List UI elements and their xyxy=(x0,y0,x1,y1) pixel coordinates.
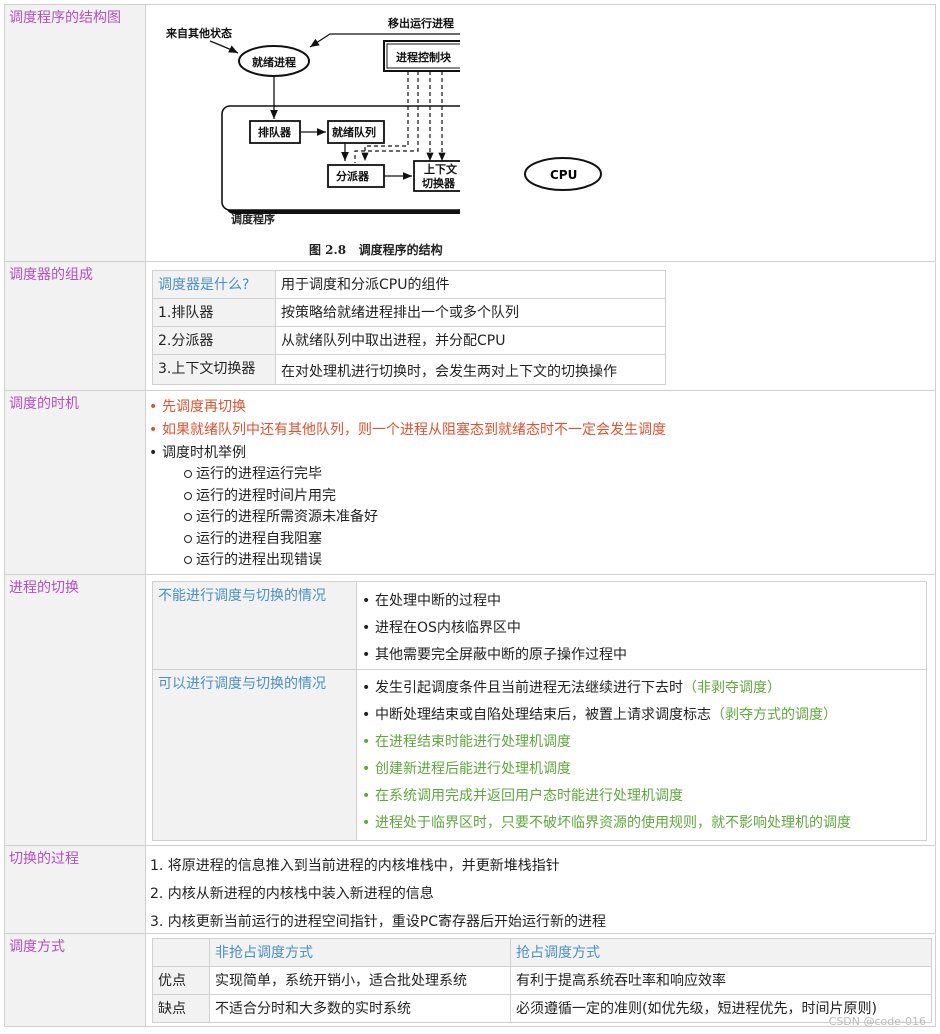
table-row: 可以进行调度与切换的情况 发生引起调度条件且当前进程无法继续进行下去时（非剥夺调… xyxy=(152,669,927,841)
dispatcher-label: 分派器 xyxy=(336,169,370,183)
ctx-label-2: 切换器 xyxy=(422,176,456,190)
row-label: 调度的时机 xyxy=(5,391,146,574)
timing-examples: 运行的进程运行完毕 运行的进程时间片用完 运行的进程所需资源未准备好 运行的进程… xyxy=(146,464,935,572)
enqueuer-label: 排队器 xyxy=(258,125,292,139)
list-item: 中断处理结束或自陷处理结束后，被置上请求调度标志（剥夺方式的调度） xyxy=(359,702,924,729)
can-switch-label: 可以进行调度与切换的情况 xyxy=(152,669,357,841)
cpu-label: CPU xyxy=(550,168,577,182)
table-cell: 在对处理机进行切换时，会发生两对上下文的切换操作 xyxy=(275,354,666,385)
row-composition: 调度器的组成 调度器是什么? 用于调度和分派CPU的组件 1.排队器 按策略给就… xyxy=(4,262,936,391)
list-item: 先调度再切换 xyxy=(146,396,935,418)
list-item: 如果就绪队列中还有其他队列，则一个进程从阻塞态到就绪态时不一定会发生调度 xyxy=(146,418,935,442)
row-process: 切换的过程 1. 将原进程的信息推入到当前进程的内核堆栈中，并更新堆栈指针 2.… xyxy=(4,846,936,934)
watermark: CSDN @code-016 xyxy=(828,1015,926,1028)
cpu-node: CPU xyxy=(524,157,602,191)
list-item: 2. 内核从新进程的内核栈中装入新进程的信息 xyxy=(150,886,434,902)
caption-number: 图 2.8 xyxy=(309,243,347,257)
scheduler-structure-diagram: 来自其他状态 移出运行进程 就绪进程 进程控制块 排队器 就绪队列 分派器 上下… xyxy=(160,11,571,257)
list-item: 创建新进程后能进行处理机调度 xyxy=(359,756,924,783)
list-item: 进程处于临界区时，只要不破坏临界资源的使用规则，就不影响处理机的调度 xyxy=(359,810,924,837)
cannot-switch-list: 在处理中断的过程中 进程在OS内核临界区中 其他需要完全屏蔽中断的原子操作过程中 xyxy=(359,588,924,669)
table-cell: 3.上下文切换器 xyxy=(152,354,276,385)
table-cell: 有利于提高系统吞吐率和响应效率 xyxy=(510,966,932,995)
row-structure: 调度程序的结构图 来自其他状态 移出运行进程 就绪进程 进程控制块 排队器 就绪… xyxy=(4,4,936,262)
list-item: 在系统调用完成并返回用户态时能进行处理机调度 xyxy=(359,783,924,810)
list-item: 运行的进程时间片用完 xyxy=(146,486,935,508)
notes-table: 调度程序的结构图 来自其他状态 移出运行进程 就绪进程 进程控制块 排队器 就绪… xyxy=(4,4,936,1027)
list-item: 进程在OS内核临界区中 xyxy=(359,615,924,642)
table-cell: 用于调度和分派CPU的组件 xyxy=(275,270,666,299)
row-modes: 调度方式 非抢占调度方式 抢占调度方式 优点 实现简单，系统开销小，适合批处理系… xyxy=(4,934,936,1027)
modes-table: 非抢占调度方式 抢占调度方式 优点 实现简单，系统开销小，适合批处理系统 有利于… xyxy=(152,938,932,1023)
switching-table: 不能进行调度与切换的情况 在处理中断的过程中 进程在OS内核临界区中 其他需要完… xyxy=(152,581,927,841)
ready-process-label: 就绪进程 xyxy=(252,55,296,69)
table-row: 1.排队器 按策略给就绪进程排出一个或多个队列 xyxy=(152,298,666,327)
pcb-label: 进程控制块 xyxy=(396,50,452,64)
list-item: 运行的进程自我阻塞 xyxy=(146,529,935,551)
table-row: 调度器是什么? 用于调度和分派CPU的组件 xyxy=(152,270,666,299)
table-row: 不能进行调度与切换的情况 在处理中断的过程中 进程在OS内核临界区中 其他需要完… xyxy=(152,581,927,670)
caption-text: 调度程序的结构 xyxy=(358,243,443,257)
from-other-label: 来自其他状态 xyxy=(165,26,232,40)
timing-list: 先调度再切换 如果就绪队列中还有其他队列，则一个进程从阻塞态到就绪态时不一定会发… xyxy=(146,396,935,464)
table-row: 2.分派器 从就绪队列中取出进程，并分配CPU xyxy=(152,326,666,355)
row-timing: 调度的时机 先调度再切换 如果就绪队列中还有其他队列，则一个进程从阻塞态到就绪态… xyxy=(4,391,936,575)
table-row: 优点 实现简单，系统开销小，适合批处理系统 有利于提高系统吞吐率和响应效率 xyxy=(152,966,932,995)
table-header: 抢占调度方式 xyxy=(510,938,932,967)
row-label: 切换的过程 xyxy=(5,846,146,933)
list-item: 在进程结束时能进行处理机调度 xyxy=(359,729,924,756)
table-cell: 从就绪队列中取出进程，并分配CPU xyxy=(275,326,666,355)
list-item: 运行的进程运行完毕 xyxy=(146,464,935,486)
can-switch-list: 发生引起调度条件且当前进程无法继续进行下去时（非剥夺调度） 中断处理结束或自陷处… xyxy=(359,675,924,837)
switch-steps-list: 1. 将原进程的信息推入到当前进程的内核堆栈中，并更新堆栈指针 2. 内核从新进… xyxy=(150,852,935,936)
composition-table: 调度器是什么? 用于调度和分派CPU的组件 1.排队器 按策略给就绪进程排出一个… xyxy=(152,270,666,385)
table-cell: 2.分派器 xyxy=(152,326,276,355)
table-header: 非抢占调度方式 xyxy=(209,938,511,967)
row-label: 调度程序的结构图 xyxy=(5,5,146,261)
row-label: 调度方式 xyxy=(5,934,146,1026)
move-out-label: 移出运行进程 xyxy=(388,16,454,30)
table-cell: 实现简单，系统开销小，适合批处理系统 xyxy=(209,966,511,995)
table-cell: 优点 xyxy=(152,966,210,995)
row-label: 调度器的组成 xyxy=(5,262,146,390)
list-item: 3. 内核更新当前运行的进程空间指针，重设PC寄存器后开始运行新的进程 xyxy=(150,914,607,930)
diagram-caption: 图 2.8 调度程序的结构 xyxy=(309,241,443,258)
list-item: 发生引起调度条件且当前进程无法继续进行下去时（非剥夺调度） xyxy=(359,675,924,702)
table-cell: 1.排队器 xyxy=(152,298,276,327)
table-row: 缺点 不适合分时和大多数的实时系统 必须遵循一定的准则(如优先级，短进程优先，时… xyxy=(152,994,932,1023)
table-cell: 不适合分时和大多数的实时系统 xyxy=(209,994,511,1023)
row-switching: 进程的切换 不能进行调度与切换的情况 在处理中断的过程中 进程在OS内核临界区中… xyxy=(4,575,936,846)
scheduler-label: 调度程序 xyxy=(231,213,275,226)
cannot-switch-label: 不能进行调度与切换的情况 xyxy=(152,581,357,670)
list-item: 在处理中断的过程中 xyxy=(359,588,924,615)
ctx-label-1: 上下文 xyxy=(424,162,458,176)
list-item: 1. 将原进程的信息推入到当前进程的内核堆栈中，并更新堆栈指针 xyxy=(150,858,560,874)
table-cell: 按策略给就绪进程排出一个或多个队列 xyxy=(275,298,666,327)
row-label: 进程的切换 xyxy=(5,575,146,845)
table-cell: 缺点 xyxy=(152,994,210,1023)
list-item: 运行的进程出现错误 xyxy=(146,550,935,572)
ready-queue-label: 就绪队列 xyxy=(332,125,376,139)
list-item: 其他需要完全屏蔽中断的原子操作过程中 xyxy=(359,642,924,669)
table-row: 非抢占调度方式 抢占调度方式 xyxy=(152,938,932,967)
table-cell: 调度器是什么? xyxy=(152,270,276,299)
table-row: 3.上下文切换器 在对处理机进行切换时，会发生两对上下文的切换操作 xyxy=(152,354,666,385)
list-item: 调度时机举例 xyxy=(146,442,935,464)
list-item: 运行的进程所需资源未准备好 xyxy=(146,507,935,529)
